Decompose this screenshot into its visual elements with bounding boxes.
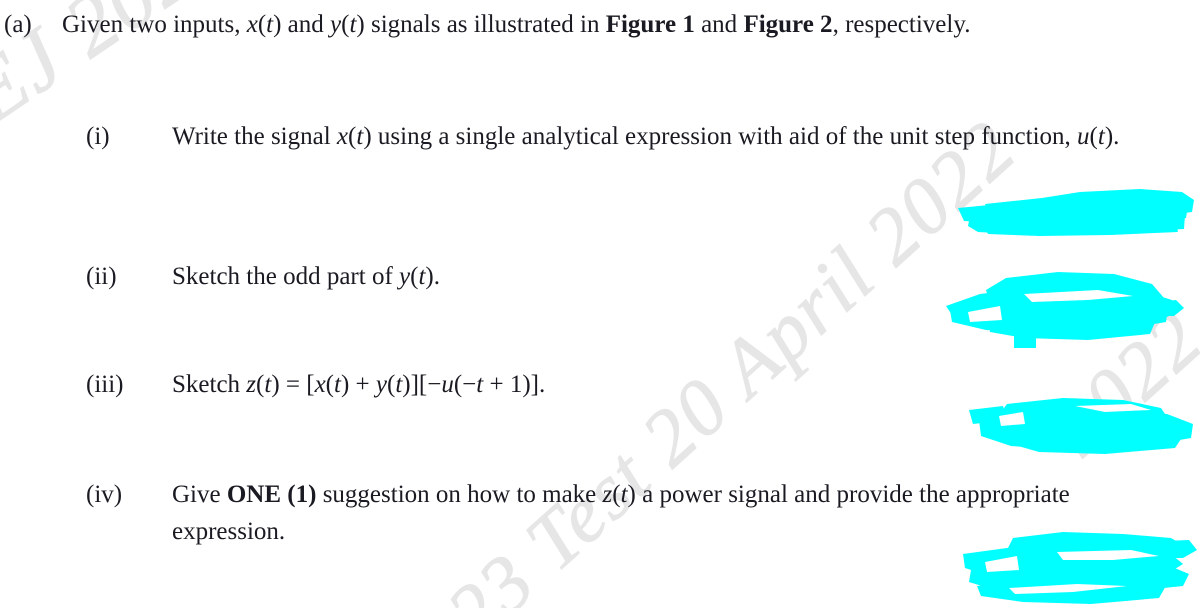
item-i-text-part2: ) using a single analytical expression w… (363, 123, 1078, 150)
item-iv-text-part1: Give (172, 481, 227, 508)
equation-equals: ) = [ (271, 371, 315, 398)
item-text-ii: Sketch the odd part of y(t). (172, 258, 1122, 295)
math-variable-t: t (620, 481, 628, 508)
item-iii-text-part1: Sketch (172, 371, 247, 398)
document-page: EJ 2020 23 Test 20 April 2022 2022 (a) G… (0, 0, 1200, 608)
item-marker-i: (i) (86, 123, 110, 150)
paren-open: ( (257, 11, 267, 38)
math-variable-y: y (375, 371, 387, 398)
math-variable-z: z (246, 371, 257, 398)
document-body: (a) Given two inputs, x(t) and y(t) sign… (0, 0, 1200, 608)
figure-2-reference: Figure 2 (743, 11, 833, 38)
math-variable-x: x (314, 371, 326, 398)
math-variable-u: u (441, 371, 454, 398)
item-ii-text-tail: ). (425, 263, 440, 290)
question-item-ii: (ii) Sketch the odd part of y(t). (86, 258, 1146, 295)
item-i-text-part1: Write the signal (172, 123, 337, 150)
item-a-text-signals: ) signals as illustrated in (356, 11, 606, 38)
item-iv-text-part2: suggestion on how to make (316, 481, 603, 508)
question-item-iii: (iii) Sketch z(t) = [x(t) + y(t)][−u(−t … (86, 366, 1146, 403)
item-marker-a: (a) (4, 11, 32, 38)
paren-open-2: ( (325, 371, 334, 398)
item-text-iv: Give ONE (1) suggestion on how to make z… (172, 476, 1122, 550)
figure-1-reference: Figure 1 (605, 11, 695, 38)
item-a-text-and: ) and (273, 11, 331, 38)
math-variable-t-2: t (1097, 123, 1105, 150)
item-text-iii: Sketch z(t) = [x(t) + y(t)][−u(−t + 1)]. (172, 366, 1122, 403)
item-ii-text-part1: Sketch the odd part of (172, 263, 400, 290)
item-text-i: Write the signal x (t ) using a single ana… (172, 118, 1122, 155)
math-variable-t-2: t (334, 371, 341, 398)
math-variable-x: x (336, 123, 349, 150)
item-text-a: Given two inputs, x(t) and y(t) signals … (62, 6, 1127, 43)
question-item-i: (i) Write the signal x (t ) using a single… (86, 118, 1146, 155)
math-variable-z: z (602, 481, 613, 508)
item-iii-text-tail: + 1)]. (483, 371, 546, 398)
question-item-a: (a) Given two inputs, x(t) and y(t) sign… (4, 6, 1164, 43)
item-marker-iv: (iv) (86, 481, 123, 508)
math-variable-y: y (330, 11, 342, 38)
math-variable-y: y (399, 263, 411, 290)
paren-open-2: ( (1089, 123, 1098, 150)
item-marker-iii: (iii) (86, 371, 124, 398)
math-variable-x: x (246, 11, 258, 38)
equation-mid: )][− (402, 371, 442, 398)
paren-open: ( (612, 481, 621, 508)
paren-open-4: (− (453, 371, 477, 398)
item-marker-ii: (ii) (86, 263, 117, 290)
item-a-text-tail: , respectively. (832, 11, 971, 38)
emphasis-one: ONE (1) (226, 481, 317, 508)
equation-plus: ) + (340, 371, 376, 398)
item-a-text-and-2: and (694, 11, 744, 38)
item-i-text-tail: ). (1104, 123, 1120, 150)
math-variable-u: u (1077, 123, 1090, 150)
item-a-text-part1: Given two inputs, (62, 11, 247, 38)
question-item-iv: (iv) Give ONE (1) suggestion on how to m… (86, 476, 1146, 550)
